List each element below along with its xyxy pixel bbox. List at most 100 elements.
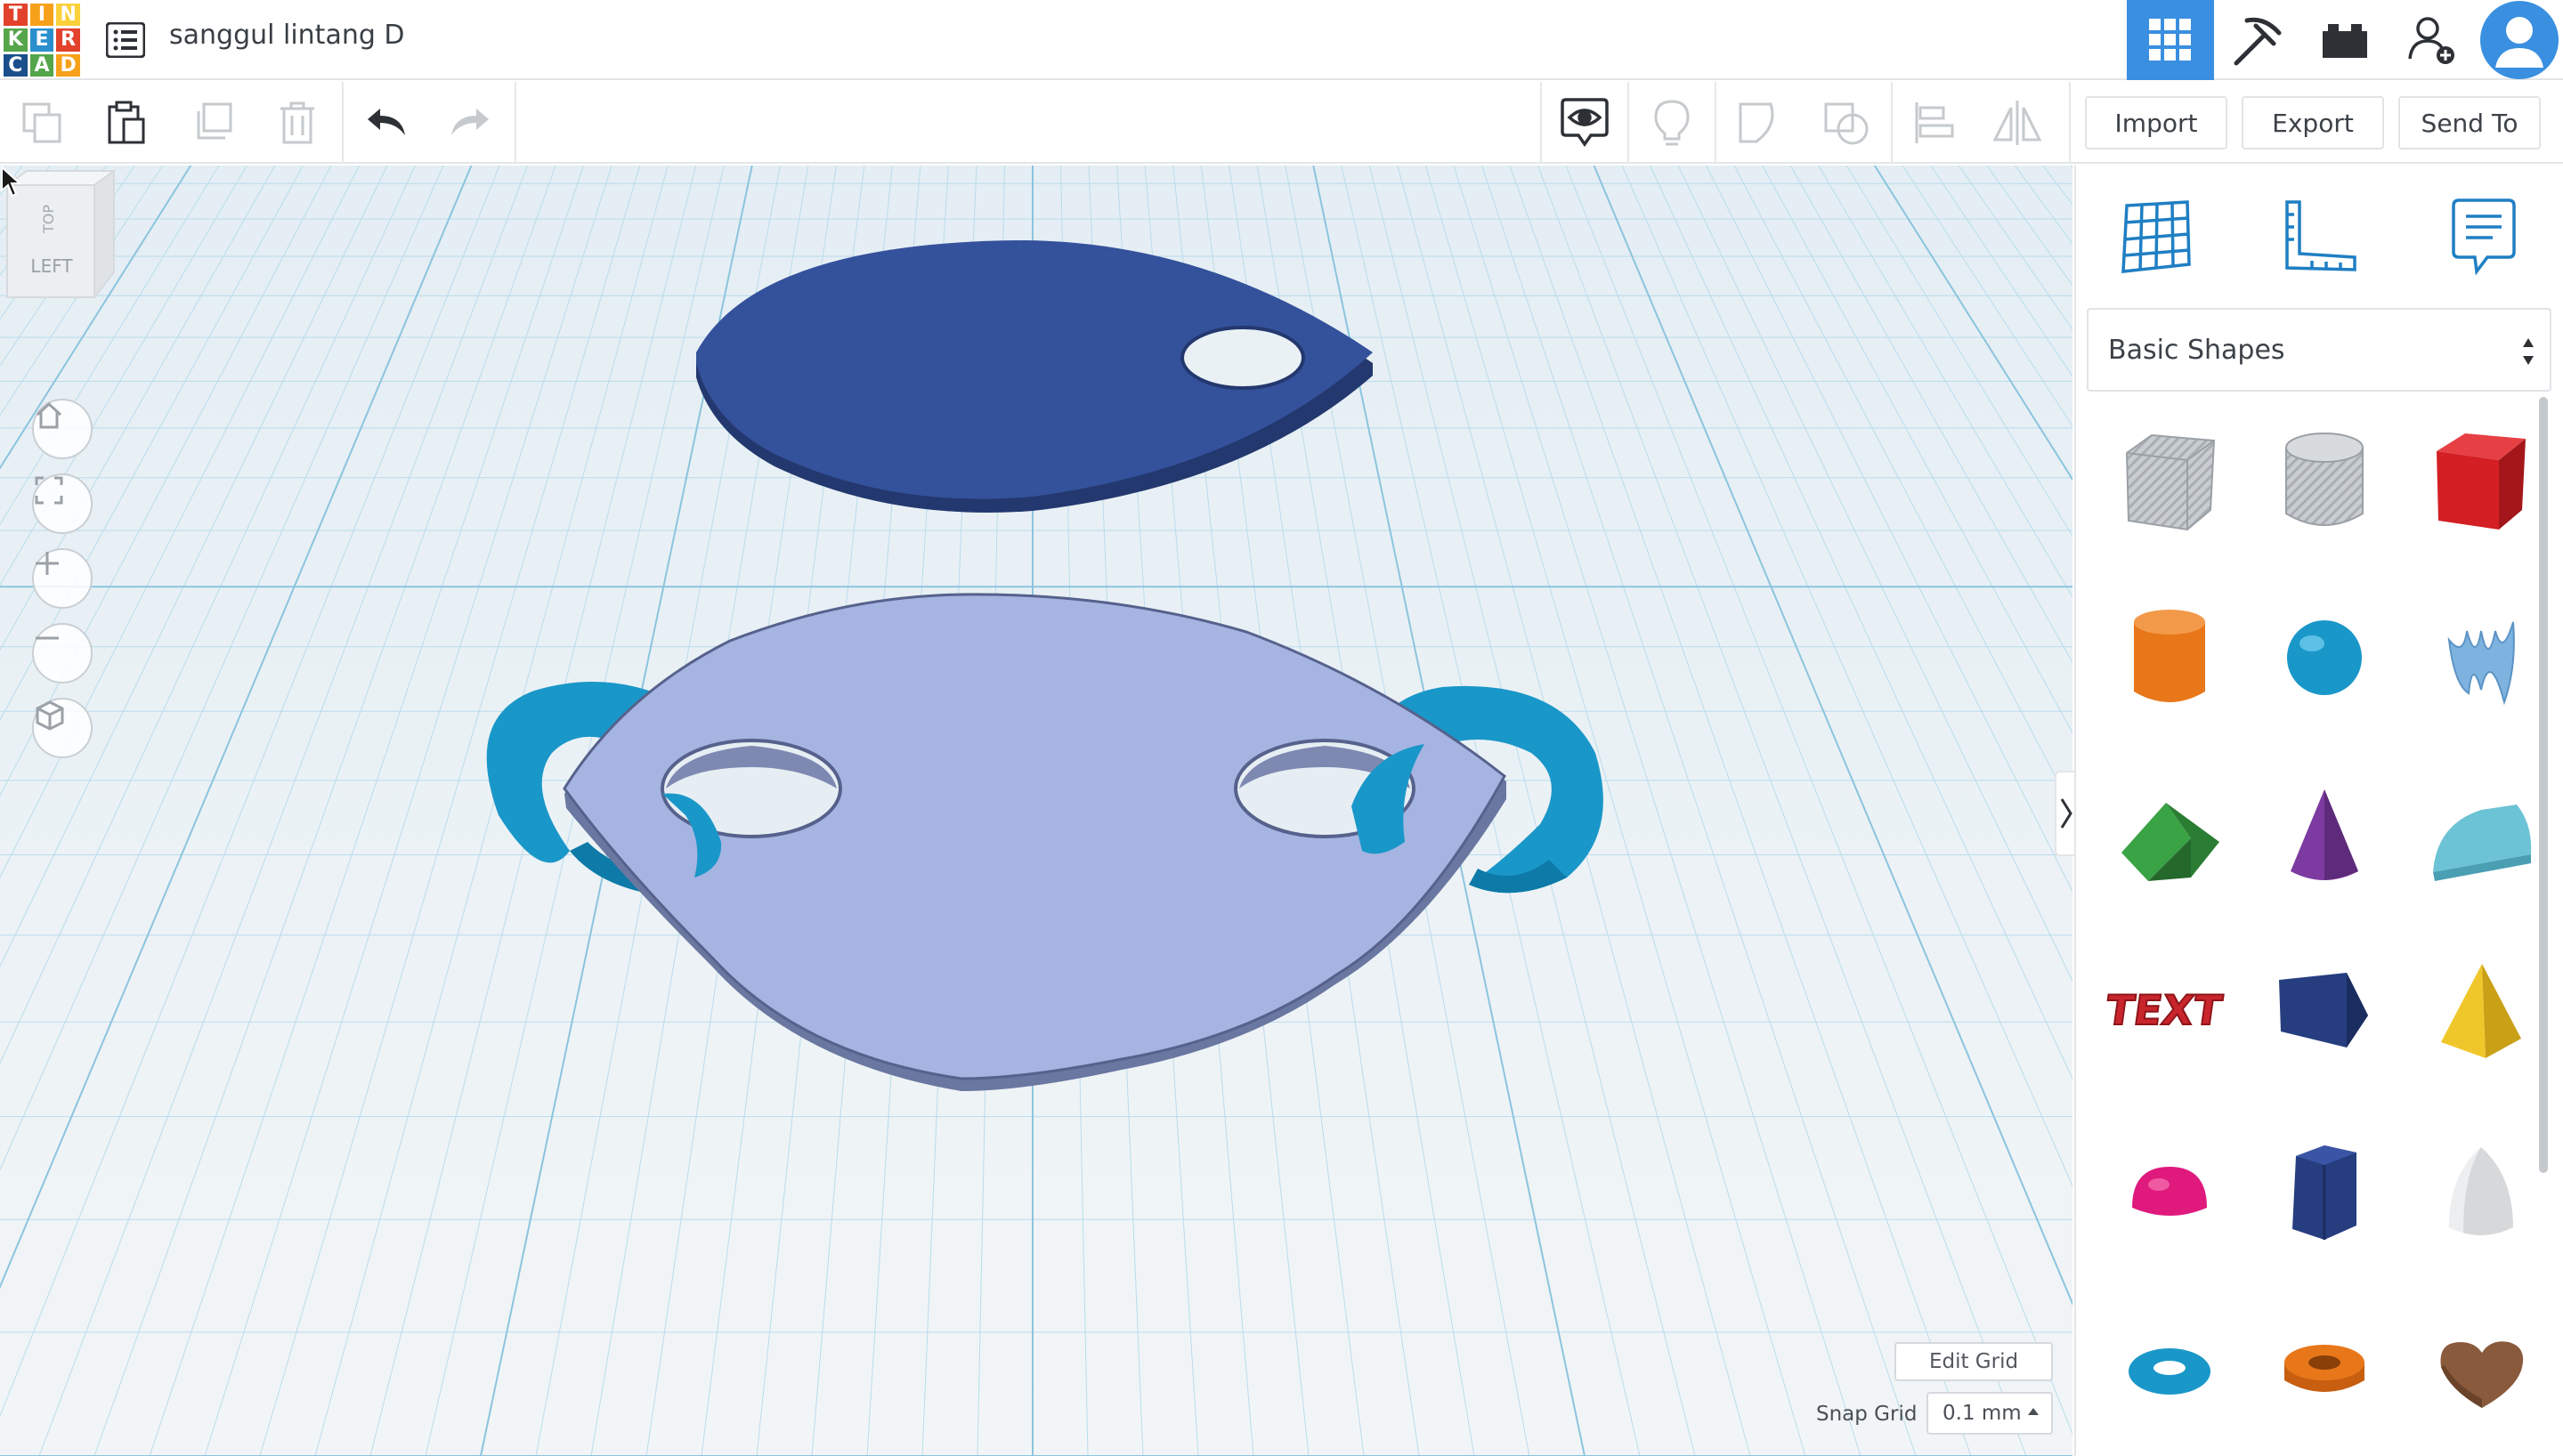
invite-button[interactable] [2389,0,2476,80]
ruler-tool-button[interactable] [2275,192,2364,281]
zoom-in-button[interactable] [32,548,93,609]
shape-polygon[interactable] [2267,1136,2382,1251]
shape-box[interactable] [2423,424,2539,539]
bricks-button[interactable] [2301,0,2389,80]
polygon-icon [2292,1145,2356,1240]
copy-button[interactable] [16,96,69,150]
edit-toolbar: Import Export Send To [0,82,2563,164]
send-to-button[interactable]: Send To [2398,96,2541,150]
shape-scribble[interactable] [2423,600,2539,716]
edit-grid-button[interactable]: Edit Grid [1894,1342,2053,1381]
mirror-button[interactable] [1991,96,2044,150]
logo-letter: K [4,28,28,52]
fit-view-button[interactable] [32,473,93,534]
paste-button[interactable] [100,96,153,150]
shape-sphere[interactable] [2267,600,2382,716]
shape-wedge[interactable] [2267,954,2382,1070]
workplane-grid[interactable] [0,166,2072,1456]
torus-icon [2129,1348,2210,1395]
paste-icon [108,101,145,144]
3d-design-grid-icon [2149,19,2191,61]
cylinder-icon [2134,610,2205,702]
select-arrows-icon [2523,338,2534,365]
scribble-icon [2447,621,2515,706]
paraboloid-icon [2449,1147,2513,1235]
undo-button[interactable] [360,96,413,150]
redo-button[interactable] [443,96,497,150]
top-bar: T I N K E R C A D sanggul lintang D [0,0,2563,80]
codeblocks-button[interactable] [2214,0,2301,80]
pyramid-icon [2441,964,2521,1058]
sphere-icon [2287,620,2362,695]
shape-cylinder-hole[interactable] [2267,424,2382,539]
align-icon [1915,102,1954,143]
shape-cone[interactable] [2267,780,2382,895]
logo-letter: D [56,53,80,77]
shape-roof[interactable] [2112,780,2227,895]
import-button[interactable]: Import [2085,96,2227,150]
heart-icon [2440,1341,2524,1408]
wedge-icon [2279,973,2368,1048]
duplicate-button[interactable] [187,96,240,150]
lightbulb-icon [1654,100,1690,146]
notes-icon [2452,198,2516,276]
workplane-viewport[interactable]: TOP LEFT Edit Grid Snap Grid 0.1 mm [0,166,2072,1456]
logo-letter: E [29,28,54,52]
ungroup-button[interactable] [1820,96,1873,150]
shape-text[interactable]: TEXT [2106,954,2231,1070]
shape-pyramid[interactable] [2423,954,2539,1070]
logo-letter: C [4,53,28,77]
shape-torus[interactable] [2112,1314,2227,1429]
snap-grid-label: Snap Grid [1816,1403,1918,1426]
cylinder-hole-icon [2285,433,2364,526]
codeblocks-pickaxe-icon [2234,17,2282,66]
shape-cylinder[interactable] [2112,600,2227,716]
shapes-panel: Basic Shapes TEXT [2074,166,2563,1456]
shape-heart[interactable] [2423,1314,2539,1429]
logo-letter: A [29,53,54,77]
snap-grid-select[interactable]: 0.1 mm [1926,1392,2053,1435]
round-roof-icon [2433,805,2532,881]
design-list-button[interactable] [103,18,148,62]
design-title[interactable]: sanggul lintang D [169,20,405,51]
add-user-icon [2408,17,2454,64]
export-button[interactable]: Export [2242,96,2384,150]
text-shape-label: TEXT [2106,986,2226,1034]
tinkercad-logo[interactable]: T I N K E R C A D [4,4,80,77]
logo-letter: N [56,4,80,27]
home-view-button[interactable] [32,399,93,459]
top-right-actions [2127,0,2563,80]
shape-half-sphere[interactable] [2112,1136,2227,1251]
duplicate-icon [197,102,232,140]
viewcube-top-label: TOP [40,205,57,234]
lightbulb-button[interactable] [1645,96,1699,150]
cone-icon [2291,789,2358,880]
show-all-icon [1561,98,1609,148]
shape-box-hole[interactable] [2112,424,2227,539]
box-hole-icon [2125,433,2216,531]
perspective-icon [36,700,64,731]
fit-view-icon [35,476,63,505]
3d-design-button[interactable] [2127,0,2214,80]
zoom-out-button[interactable] [32,623,93,684]
delete-button[interactable] [271,96,324,150]
profile-button[interactable] [2476,0,2563,80]
show-all-button[interactable] [1558,96,1611,150]
half-sphere-icon [2132,1167,2207,1216]
notes-tool-button[interactable] [2439,192,2528,281]
shapes-scrollbar[interactable] [2539,397,2548,1173]
logo-letter: R [56,28,80,52]
group-icon [1739,102,1774,143]
shape-round-roof[interactable] [2423,780,2539,895]
workplane-icon [2121,200,2191,273]
align-button[interactable] [1907,96,1960,150]
shape-library-select[interactable]: Basic Shapes [2087,308,2551,392]
logo-letter: I [29,4,54,27]
group-button[interactable] [1732,96,1786,150]
shape-paraboloid[interactable] [2423,1136,2539,1251]
workplane-tool-button[interactable] [2112,192,2201,281]
zoom-out-icon [36,636,59,640]
perspective-button[interactable] [32,698,93,758]
shape-tube[interactable] [2267,1314,2382,1429]
bricks-icon [2323,24,2367,58]
